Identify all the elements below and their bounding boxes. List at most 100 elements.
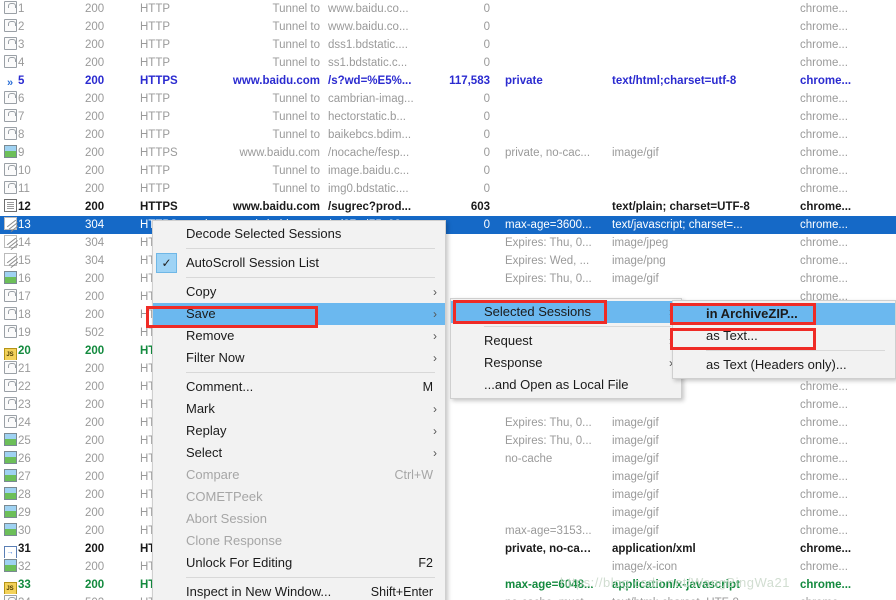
cell-caching <box>505 18 595 36</box>
table-row[interactable]: 33200HTTPSmax-age=6048...application/x-j… <box>0 576 896 594</box>
cell-process: chrome... <box>800 93 848 105</box>
table-row[interactable]: 32200HTTPSimage/x-iconchrome... <box>0 558 896 576</box>
table-row[interactable]: 34502HTTPno-cache, must...text/html; cha… <box>0 594 896 600</box>
cell-process: chrome... <box>800 594 890 600</box>
cell-result: 200 <box>85 165 105 177</box>
table-row[interactable]: 16200HTTPSExpires: Thu, 0...image/gifchr… <box>0 270 896 288</box>
save-submenu[interactable]: Selected Sessions › Request › Response › ...an… <box>450 298 682 399</box>
table-row[interactable]: 8 200 HTTP Tunnel to baikebcs.bdim... 0 chrome… <box>0 126 896 144</box>
menu-item-compare: Compare Ctrl+W <box>153 464 445 486</box>
menu-item-replay[interactable]: Replay › <box>153 420 445 442</box>
cell-result: 200 <box>85 399 105 411</box>
cell-process: chrome... <box>800 147 848 159</box>
cell-id: 21 <box>18 363 31 375</box>
menu-item-unlock-for-editing[interactable]: Unlock For Editing F2 <box>153 552 445 574</box>
menu-item-mark[interactable]: Mark › <box>153 398 445 420</box>
menu-item-remove[interactable]: Remove › <box>153 325 445 347</box>
save-item-and-open-as-local-file[interactable]: ...and Open as Local File <box>451 374 681 396</box>
menu-item-label: Selected Sessions <box>484 304 591 319</box>
table-row[interactable]: 30200HTTPSmax-age=3153...image/gifchrome… <box>0 522 896 540</box>
cell-id: 33 <box>18 579 31 591</box>
menu-item-autoscroll-session-list[interactable]: ✓ AutoScroll Session List <box>153 252 445 274</box>
save-item-request[interactable]: Request › <box>451 330 681 352</box>
menu-item-cometpeek: COMETPeek <box>153 486 445 508</box>
cell-caching <box>505 36 595 54</box>
chevron-right-icon: › <box>433 351 437 365</box>
cell-content-type <box>612 108 792 126</box>
cell-caching: max-age=6048... <box>505 579 594 591</box>
menu-item-label: Save <box>186 306 216 321</box>
table-row[interactable]: 7 200 HTTP Tunnel to hectorstatic.b... 0 chrom… <box>0 108 896 126</box>
menu-item-label: Filter Now <box>186 350 245 365</box>
table-row[interactable]: 31200HTTPSprivate, no-cac...application/… <box>0 540 896 558</box>
menu-item-save[interactable]: Save › <box>153 303 445 325</box>
cell-process: chrome... <box>800 219 848 231</box>
cell-id: 27 <box>18 471 31 483</box>
cell-url: www.baidu.co... <box>328 3 409 15</box>
menu-item-filter-now[interactable]: Filter Now › <box>153 347 445 369</box>
table-row[interactable]: 1 200 HTTP Tunnel to www.baidu.co... 0 chrome.… <box>0 0 896 18</box>
cell-process: chrome... <box>800 579 852 591</box>
table-row[interactable]: 26200HTTPSno-cacheimage/gifchrome... <box>0 450 896 468</box>
table-row[interactable]: 2 200 HTTP Tunnel to www.baidu.co... 0 chrome.… <box>0 18 896 36</box>
table-row[interactable]: 3 200 HTTP Tunnel to dss1.bdstatic.... 0 chrom… <box>0 36 896 54</box>
table-row[interactable]: 4 200 HTTP Tunnel to ss1.bdstatic.c... 0 chrom… <box>0 54 896 72</box>
cell-process: chrome... <box>800 201 852 213</box>
table-row[interactable]: 5 200 HTTPS www.baidu.com/s?wd=%E5%... 117,5… <box>0 72 896 90</box>
savesel-item-as-text[interactable]: as Text... <box>673 325 895 347</box>
menu-item-label: Replay <box>186 423 227 438</box>
cell-body: 0 <box>483 111 490 123</box>
cell-content-type: application/x-javascript <box>612 579 740 591</box>
table-row[interactable]: 11 200 HTTP Tunnel to img0.bdstatic.... 0 chro… <box>0 180 896 198</box>
cell-caching <box>505 486 595 504</box>
cell-result: 304 <box>85 219 105 231</box>
table-row[interactable]: 27200HTTPSimage/gifchrome... <box>0 468 896 486</box>
menu-item-abort-session: Abort Session <box>153 508 445 530</box>
selected-sessions-submenu[interactable]: in ArchiveZIP... as Text... as Text (Heade… <box>672 300 896 379</box>
menu-item-label: Mark <box>186 401 215 416</box>
table-row[interactable]: 13304HTTPShectorstatic.baidu.com/cd37ed7… <box>0 216 896 234</box>
menu-item-label: Copy <box>186 284 217 299</box>
table-row[interactable]: 22200HTTPchrome... <box>0 378 896 396</box>
table-row[interactable]: 23200HTTPchrome... <box>0 396 896 414</box>
session-context-menu[interactable]: Decode Selected Sessions ✓ AutoScroll Sess… <box>152 220 446 600</box>
save-item-selected-sessions[interactable]: Selected Sessions › <box>451 301 681 323</box>
cell-content-type: image/gif <box>612 147 659 159</box>
cell-caching: Expires: Thu, 0... <box>505 273 592 285</box>
chevron-right-icon: › <box>433 402 437 416</box>
notmodified-icon <box>2 216 18 234</box>
menu-item-decode-selected-sessions[interactable]: Decode Selected Sessions <box>153 223 445 245</box>
cell-content-type: image/gif <box>612 507 659 519</box>
cell-url: hectorstatic.b... <box>328 111 406 123</box>
menu-item-copy[interactable]: Copy › <box>153 281 445 303</box>
cell-id: 25 <box>18 435 31 447</box>
savesel-item-in-archivezip[interactable]: in ArchiveZIP... <box>673 303 895 325</box>
menu-item-inspect-in-new-window[interactable]: Inspect in New Window... Shift+Enter <box>153 581 445 600</box>
menu-separator <box>186 577 435 578</box>
savesel-item-as-text-headers-only[interactable]: as Text (Headers only)... <box>673 354 895 376</box>
cell-caching <box>505 54 595 72</box>
menu-separator <box>186 372 435 373</box>
cell-body: 0 <box>483 39 490 51</box>
table-row[interactable]: 6 200 HTTP Tunnel to cambrian-imag... 0 chrome… <box>0 90 896 108</box>
page-icon <box>2 0 18 18</box>
cell-body: 0 <box>483 21 490 33</box>
image-icon <box>2 504 18 522</box>
cell-content-type: text/html;charset=utf-8 <box>612 75 737 87</box>
table-row[interactable]: 29200HTTPSimage/gifchrome... <box>0 504 896 522</box>
menu-item-comment[interactable]: Comment... M <box>153 376 445 398</box>
table-row[interactable]: 15304HTTPSExpires: Wed, ...image/pngchro… <box>0 252 896 270</box>
table-row[interactable]: 28200HTTPSimage/gifchrome... <box>0 486 896 504</box>
table-row[interactable]: 24200HTTPExpires: Thu, 0...image/gifchro… <box>0 414 896 432</box>
cell-result: 304 <box>85 255 105 267</box>
cell-url: dss1.bdstatic.... <box>328 39 408 51</box>
table-row[interactable]: 12 200 HTTPS www.baidu.com/sugrec?prod... 60… <box>0 198 896 216</box>
cell-caching <box>505 0 595 18</box>
table-row[interactable]: 10 200 HTTP Tunnel to image.baidu.c... 0 chrom… <box>0 162 896 180</box>
cell-protocol: HTTP <box>140 111 171 123</box>
save-item-response[interactable]: Response › <box>451 352 681 374</box>
table-row[interactable]: 9 200 HTTPS www.baidu.com/nocache/fesp... 0 p… <box>0 144 896 162</box>
table-row[interactable]: 25200HTTPSExpires: Thu, 0...image/gifchr… <box>0 432 896 450</box>
menu-item-select[interactable]: Select › <box>153 442 445 464</box>
table-row[interactable]: 14304HTTPSExpires: Thu, 0...image/jpegch… <box>0 234 896 252</box>
